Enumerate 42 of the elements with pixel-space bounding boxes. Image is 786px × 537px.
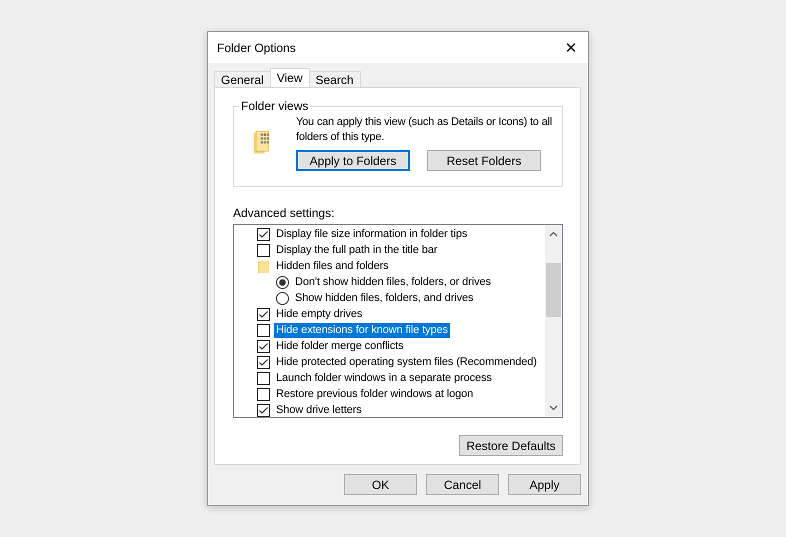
- scroll-up-icon[interactable]: [549, 231, 558, 237]
- tab[interactable]: Search: [308, 71, 361, 87]
- checkbox[interactable]: [257, 372, 270, 384]
- scroll-down-icon[interactable]: [549, 405, 558, 411]
- dialog-button[interactable]: Cancel: [426, 474, 499, 495]
- radio-button[interactable]: [276, 292, 289, 304]
- checkbox[interactable]: [257, 340, 270, 352]
- folder-icon: [257, 260, 270, 272]
- setting-label[interactable]: Show hidden files, folders, and drives: [293, 290, 476, 306]
- tab[interactable]: General: [214, 71, 271, 87]
- setting-label[interactable]: Hide protected operating system files (Recommended): [274, 354, 539, 370]
- group-title: Folder views: [239, 100, 310, 113]
- description-text: You can apply this view (such as Details or Icons) to all folders of this type.: [296, 115, 553, 145]
- setting-label[interactable]: Don't show hidden files, folders, or drives: [293, 274, 493, 290]
- restore-defaults-button[interactable]: Restore Defaults: [459, 435, 563, 456]
- window-title: Folder Options: [217, 40, 296, 54]
- scroll-thumb[interactable]: [546, 263, 561, 317]
- reset-folders-button[interactable]: Reset Folders: [427, 150, 541, 171]
- setting-label[interactable]: Hide folder merge conflicts: [274, 338, 406, 354]
- scrollbar[interactable]: [545, 225, 562, 417]
- checkbox[interactable]: [257, 244, 270, 256]
- setting-label[interactable]: Display file size information in folder tips: [274, 226, 470, 242]
- setting-label[interactable]: Hide empty drives: [274, 306, 364, 322]
- setting-label[interactable]: Hide extensions for known file types: [274, 322, 450, 338]
- apply-to-folders-button[interactable]: Apply to Folders: [296, 150, 410, 171]
- checkbox[interactable]: [257, 228, 270, 240]
- advanced-settings-label: Advanced settings:: [233, 206, 336, 220]
- setting-label[interactable]: Hidden files and folders: [274, 258, 391, 274]
- close-button[interactable]: ✕: [554, 32, 588, 62]
- checkbox[interactable]: [257, 388, 270, 400]
- checkbox[interactable]: [257, 324, 270, 336]
- setting-label[interactable]: Restore previous folder windows at logon: [274, 386, 476, 402]
- checkbox[interactable]: [257, 404, 270, 416]
- checkbox[interactable]: [257, 308, 270, 320]
- radio-button[interactable]: [276, 276, 289, 288]
- dialog-button[interactable]: OK: [344, 474, 417, 495]
- checkbox[interactable]: [257, 356, 270, 368]
- setting-label[interactable]: Launch folder windows in a separate process: [274, 370, 494, 386]
- dialog-button[interactable]: Apply: [508, 474, 581, 495]
- setting-label[interactable]: Display the full path in the title bar: [274, 242, 440, 258]
- tab[interactable]: View: [270, 68, 310, 87]
- setting-label[interactable]: Show drive letters: [274, 402, 364, 417]
